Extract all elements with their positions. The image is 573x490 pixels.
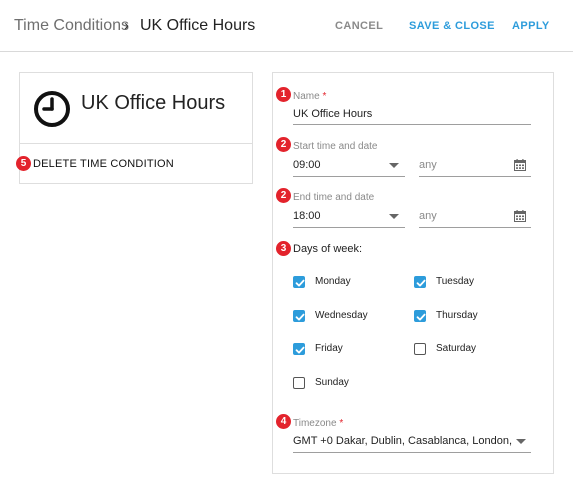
summary-card: UK Office Hours DELETE TIME CONDITION <box>19 72 253 184</box>
save-and-close-button[interactable]: SAVE & CLOSE <box>409 20 495 32</box>
annotation-badge-2-start: 2 <box>276 137 291 152</box>
annotation-badge-3: 3 <box>276 241 291 256</box>
checkbox-unchecked-icon[interactable] <box>414 343 426 355</box>
end-time-label: End time and date <box>293 192 375 203</box>
timezone-underline <box>293 452 531 453</box>
checkbox-checked-icon[interactable] <box>293 276 305 288</box>
checkbox-checked-icon[interactable] <box>414 276 426 288</box>
annotation-badge-1: 1 <box>276 87 291 102</box>
condition-title: UK Office Hours <box>81 92 226 114</box>
apply-button[interactable]: APPLY <box>512 20 550 32</box>
time-condition-form: 1 Name * UK Office Hours 2 Start time an… <box>272 72 554 474</box>
day-label: Monday <box>315 276 351 287</box>
cancel-button[interactable]: CANCEL <box>335 20 383 32</box>
checkbox-checked-icon[interactable] <box>293 310 305 322</box>
start-time-select[interactable]: 09:00 <box>293 159 321 171</box>
days-of-week-label: Days of week: <box>293 243 363 255</box>
end-date-underline <box>419 227 531 228</box>
start-time-label: Start time and date <box>293 141 378 152</box>
day-label: Sunday <box>315 377 349 388</box>
day-label: Saturday <box>436 343 477 354</box>
name-underline <box>293 124 531 125</box>
end-time-select[interactable]: 18:00 <box>293 210 321 222</box>
start-date-underline <box>419 176 531 177</box>
name-label: Name * <box>293 91 327 102</box>
day-label: Thursday <box>436 310 478 321</box>
annotation-badge-2-end: 2 <box>276 188 291 203</box>
checkbox-unchecked-icon[interactable] <box>293 377 305 389</box>
top-bar: Time Conditions › UK Office Hours CANCEL… <box>0 0 573 52</box>
checkbox-checked-icon[interactable] <box>293 343 305 355</box>
name-input[interactable]: UK Office Hours <box>293 108 372 120</box>
clock-icon <box>34 91 70 127</box>
timezone-select[interactable]: GMT +0 Dakar, Dublin, Casablanca, London… <box>293 435 515 447</box>
start-time-chevron-down-icon[interactable] <box>389 163 399 168</box>
breadcrumb-separator-icon: › <box>124 17 129 34</box>
end-time-underline <box>293 227 405 228</box>
day-label: Tuesday <box>436 276 474 287</box>
start-time-underline <box>293 176 405 177</box>
page-title: UK Office Hours <box>140 17 256 34</box>
annotation-badge-4: 4 <box>276 414 291 429</box>
delete-time-condition-button[interactable]: DELETE TIME CONDITION <box>33 158 174 170</box>
start-date-input[interactable]: any <box>419 159 437 171</box>
summary-card-header: UK Office Hours <box>20 73 252 144</box>
start-date-calendar-icon[interactable] <box>514 159 526 171</box>
checkbox-checked-icon[interactable] <box>414 310 426 322</box>
timezone-chevron-down-icon[interactable] <box>516 439 526 444</box>
breadcrumb-time-conditions[interactable]: Time Conditions <box>14 17 129 35</box>
end-date-calendar-icon[interactable] <box>514 210 526 222</box>
day-label: Friday <box>315 343 343 354</box>
end-time-chevron-down-icon[interactable] <box>389 214 399 219</box>
day-label: Wednesday <box>315 310 368 321</box>
timezone-label: Timezone * <box>293 418 344 429</box>
end-date-input[interactable]: any <box>419 210 437 222</box>
annotation-badge-5: 5 <box>16 156 31 171</box>
